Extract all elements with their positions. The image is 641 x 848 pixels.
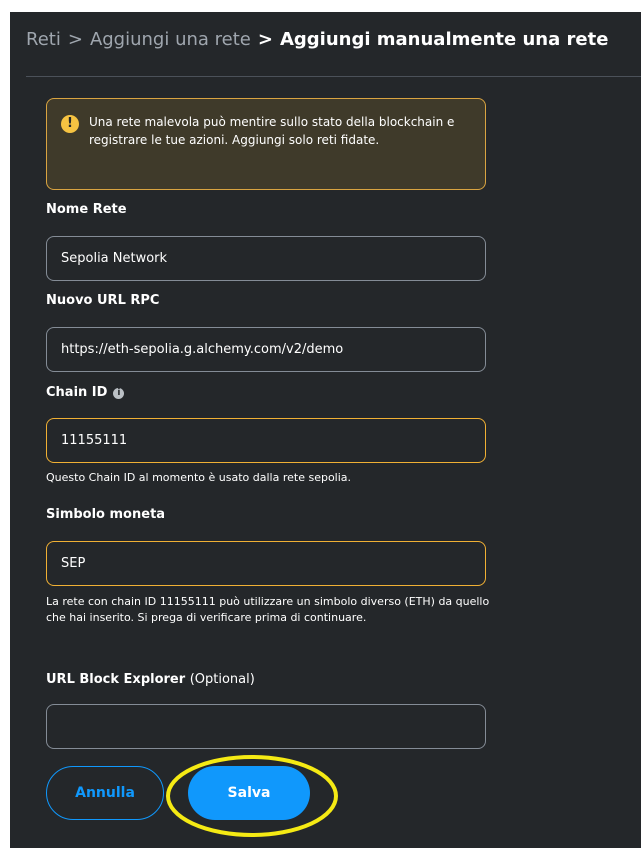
breadcrumb-networks[interactable]: Reti xyxy=(26,29,61,50)
cancel-button[interactable]: Annulla xyxy=(46,766,164,820)
chain-id-helper-text: Questo Chain ID al momento è usato dalla… xyxy=(46,471,352,484)
network-name-label: Nome Rete xyxy=(46,202,127,217)
breadcrumb: Reti > Aggiungi una rete > Aggiungi manu… xyxy=(26,26,608,52)
breadcrumb-add-network[interactable]: Aggiungi una rete xyxy=(90,29,251,50)
currency-symbol-input[interactable] xyxy=(46,541,486,586)
rpc-url-label: Nuovo URL RPC xyxy=(46,293,159,308)
info-icon[interactable]: i xyxy=(113,388,125,399)
chain-id-label: Chain ID i xyxy=(46,385,125,400)
block-explorer-label: URL Block Explorer (Optional) xyxy=(46,672,255,687)
block-explorer-label-text: URL Block Explorer xyxy=(46,672,186,687)
currency-symbol-helper-text: La rete con chain ID 11155111 può utiliz… xyxy=(46,595,490,624)
chain-id-label-text: Chain ID xyxy=(46,385,108,400)
breadcrumb-separator: > xyxy=(67,28,83,50)
warning-text: Una rete malevola può mentire sullo stat… xyxy=(89,115,455,147)
warning-icon: ! xyxy=(61,115,79,133)
page-title: Aggiungi manualmente una rete xyxy=(279,28,609,50)
network-name-label-text: Nome Rete xyxy=(46,202,127,217)
network-name-input[interactable] xyxy=(46,236,486,281)
add-network-panel: Reti > Aggiungi una rete > Aggiungi manu… xyxy=(10,12,641,848)
warning-banner: ! Una rete malevola può mentire sullo st… xyxy=(46,98,486,190)
block-explorer-input[interactable] xyxy=(46,704,486,749)
breadcrumb-separator: > xyxy=(257,28,273,50)
currency-symbol-label-text: Simbolo moneta xyxy=(46,507,166,522)
rpc-url-input[interactable] xyxy=(46,327,486,372)
save-button[interactable]: Salva xyxy=(188,766,310,820)
chain-id-input[interactable] xyxy=(46,418,486,463)
header-divider xyxy=(26,76,641,77)
optional-tag: (Optional) xyxy=(189,672,255,687)
currency-symbol-label: Simbolo moneta xyxy=(46,507,165,522)
rpc-url-label-text: Nuovo URL RPC xyxy=(46,293,160,308)
